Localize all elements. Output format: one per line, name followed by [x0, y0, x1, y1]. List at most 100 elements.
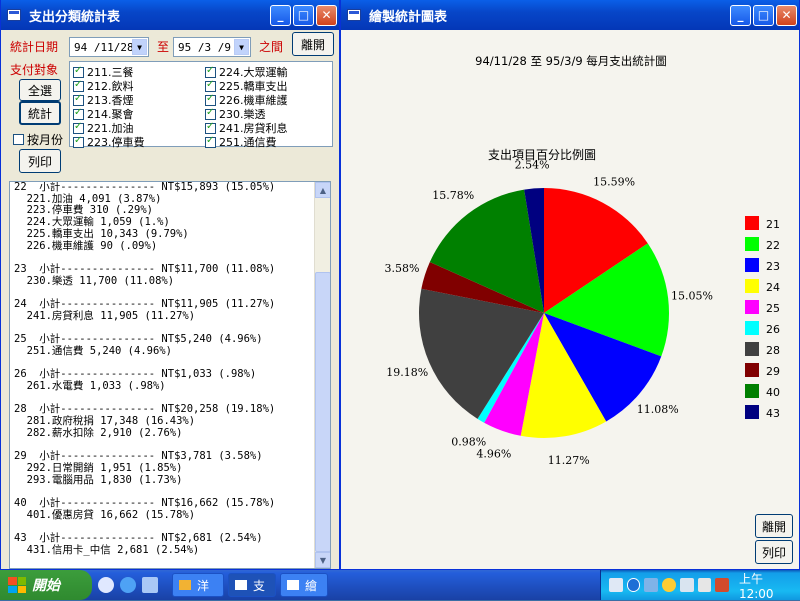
date-label: 統計日期	[10, 40, 59, 54]
task-label: 洋	[197, 578, 210, 593]
select-all-button[interactable]: 全選	[19, 79, 61, 101]
checkbox-box[interactable]	[73, 65, 84, 78]
checkbox-box[interactable]	[205, 79, 216, 92]
checkbox-box[interactable]	[205, 121, 216, 134]
internet-explorer-icon[interactable]	[120, 577, 136, 593]
checkbox-box[interactable]	[205, 65, 216, 78]
chart-print-button[interactable]: 列印	[755, 540, 793, 564]
by-month-checkbox[interactable]: 按月份	[13, 131, 63, 148]
slice-label: 15.78%	[432, 189, 474, 202]
pie-chart: 支出項目百分比例圖 15.59%15.05%11.08%11.27%4.96%0…	[385, 148, 780, 467]
start-button[interactable]: 開始	[0, 570, 92, 600]
legend-swatch	[745, 363, 759, 377]
close-icon[interactable]: ✕	[776, 4, 797, 26]
task-label: 支	[253, 578, 266, 593]
date-to-combo[interactable]: 95 /3 /9 ▼	[173, 37, 251, 57]
report-line: 292.日常開銷 1,951 (1.85%)	[14, 461, 183, 474]
chevron-left-icon[interactable]	[626, 578, 641, 592]
date-from-combo[interactable]: 94 /11/28 ▼	[69, 37, 149, 57]
security-icon[interactable]	[715, 578, 729, 592]
by-month-label: 按月份	[27, 133, 64, 147]
legend-swatch	[745, 384, 759, 398]
right-window-title: 繪製統計圖表	[369, 9, 448, 25]
report-line: 22 小計--------------- NT$15,893 (15.05%)	[14, 181, 276, 193]
legend-label: 25	[766, 302, 780, 315]
legend-label: 26	[766, 323, 780, 336]
leave-button[interactable]: 離開	[292, 32, 334, 56]
legend-label: 24	[766, 281, 780, 294]
maximize-icon[interactable]: □	[293, 4, 314, 26]
legend-label: 43	[766, 407, 780, 420]
statistics-button[interactable]: 統計	[19, 101, 61, 125]
legend-swatch	[745, 237, 759, 251]
media-player-icon[interactable]	[98, 577, 114, 593]
slice-label: 2.54%	[515, 158, 550, 171]
report-line: 23 小計--------------- NT$11,700 (11.08%)	[14, 262, 276, 275]
minimize-icon[interactable]: _	[730, 4, 751, 26]
network-icon[interactable]	[644, 578, 659, 592]
report-line: 230.樂透 11,700 (11.08%)	[14, 274, 175, 287]
vertical-scrollbar[interactable]: ▲ ▼	[314, 182, 330, 568]
legend-label: 21	[766, 218, 780, 231]
taskbar-item[interactable]: 繪	[280, 573, 328, 597]
right-titlebar[interactable]: 繪製統計圖表 _ □ ✕	[341, 0, 799, 30]
slice-label: 11.27%	[548, 454, 590, 467]
task-label: 繪	[305, 578, 318, 593]
left-titlebar[interactable]: 支出分類統計表 _ □ ✕	[1, 0, 339, 30]
app-icon	[235, 580, 247, 590]
taskbar-item[interactable]: 支	[228, 573, 276, 597]
maximize-icon[interactable]: □	[753, 4, 774, 26]
legend-label: 22	[766, 239, 780, 252]
dropdown-arrow-icon[interactable]: ▼	[132, 39, 147, 55]
checkbox-box[interactable]	[73, 93, 84, 106]
legend-label: 29	[766, 365, 780, 378]
dropdown-arrow-icon[interactable]: ▼	[234, 39, 249, 55]
left-window-title: 支出分類統計表	[29, 9, 121, 25]
checkbox-box[interactable]	[73, 135, 84, 148]
checkbox-box[interactable]	[205, 107, 216, 120]
chart-heading: 94/11/28 至 95/3/9 每月支出統計圖	[475, 54, 667, 68]
legend-label: 28	[766, 344, 780, 357]
category-checkbox[interactable]: 251.通信費	[205, 134, 277, 150]
taskbar-item[interactable]: 洋	[172, 573, 224, 597]
report-line: 40 小計--------------- NT$16,662 (15.78%)	[14, 496, 276, 509]
slice-label: 4.96%	[476, 447, 511, 460]
app-icon	[179, 580, 191, 590]
scroll-up-icon[interactable]: ▲	[315, 182, 330, 198]
legend-swatch	[745, 216, 759, 230]
to-label: 至	[157, 40, 170, 54]
scroll-down-icon[interactable]: ▼	[315, 552, 330, 568]
report-line: 251.通信費 5,240 (4.96%)	[14, 344, 172, 357]
report-line: 401.優惠房貸 16,662 (15.78%)	[14, 508, 196, 521]
minimize-icon[interactable]: _	[270, 4, 291, 26]
checkbox-box[interactable]	[73, 79, 84, 92]
show-desktop-icon[interactable]	[142, 577, 158, 593]
checkbox-box[interactable]	[205, 93, 216, 106]
checkbox-box[interactable]	[13, 134, 24, 145]
app-icon	[287, 580, 299, 590]
checkbox-box[interactable]	[73, 121, 84, 134]
legend-swatch	[745, 258, 759, 272]
category-checkbox[interactable]: 223.停車費	[73, 134, 145, 150]
messenger-icon[interactable]	[662, 578, 676, 592]
scrollbar-thumb[interactable]	[315, 272, 330, 552]
legend-swatch	[745, 321, 759, 335]
report-line: 282.薪水扣除 2,910 (2.76%)	[14, 426, 183, 439]
legend-swatch	[745, 279, 759, 293]
checkbox-box[interactable]	[73, 107, 84, 120]
print-button[interactable]: 列印	[19, 149, 61, 173]
chart-leave-button[interactable]: 離開	[755, 514, 793, 538]
legend-swatch	[745, 405, 759, 419]
category-label: 251.通信費	[219, 136, 277, 149]
report-textbox[interactable]: 22 小計--------------- NT$15,893 (15.05%) …	[9, 181, 331, 569]
report-lines: 22 小計--------------- NT$15,893 (15.05%) …	[14, 182, 314, 557]
windows-flag-icon	[8, 577, 26, 593]
keyboard-icon[interactable]	[609, 578, 623, 592]
close-icon[interactable]: ✕	[316, 4, 337, 26]
volume-icon[interactable]	[697, 578, 712, 592]
slice-label: 19.18%	[386, 366, 428, 379]
taskbar: 開始 洋 支 繪 上午 12:00	[0, 570, 800, 601]
checkbox-box[interactable]	[205, 135, 216, 148]
slice-label: 15.59%	[593, 176, 635, 189]
display-icon[interactable]	[679, 578, 694, 592]
